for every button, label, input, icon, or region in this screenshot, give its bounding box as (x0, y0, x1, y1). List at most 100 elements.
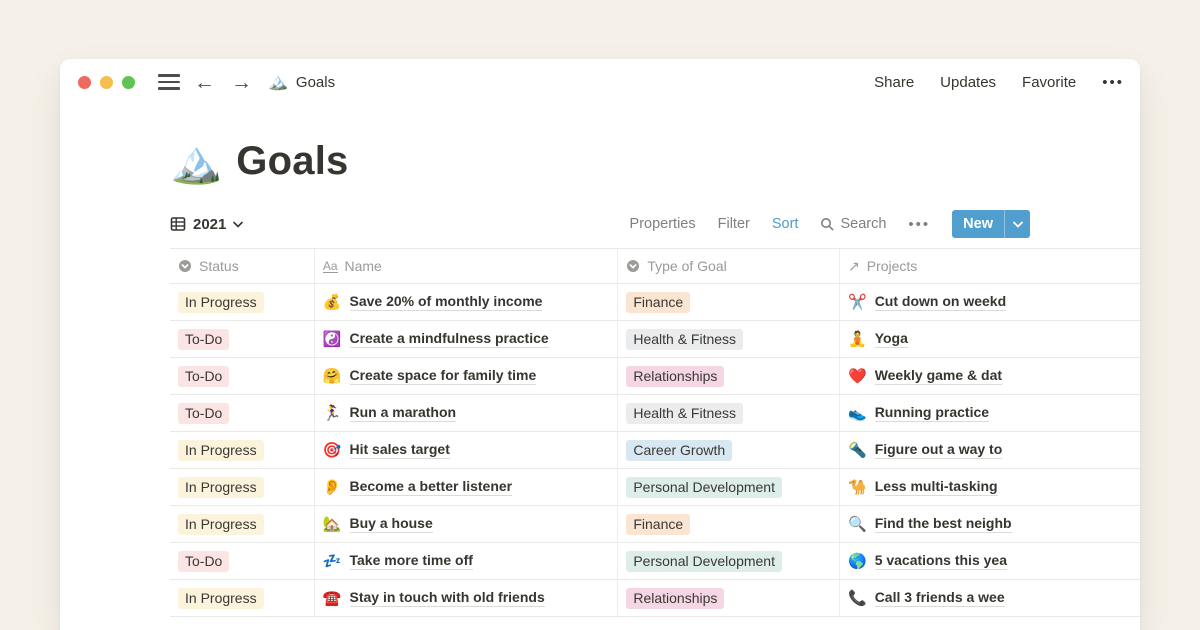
status-cell[interactable]: To-Do (170, 543, 315, 579)
goal-page-link[interactable]: Buy a house (350, 515, 433, 533)
project-page-link[interactable]: Cut down on weekd (875, 293, 1006, 311)
table-row: In Progress 💰Save 20% of monthly incomeFi… (170, 284, 1140, 321)
back-arrow-icon[interactable]: ← (194, 72, 215, 93)
projects-cell[interactable]: ❤️Weekly game & dat (840, 358, 1140, 394)
projects-cell[interactable]: 🧘Yoga (840, 321, 1140, 357)
table-row: To-Do☯️Create a mindfulness practice Heal… (170, 321, 1140, 358)
projects-cell[interactable]: 🐪Less multi-tasking (840, 469, 1140, 505)
projects-cell[interactable]: 🌎5 vacations this yea (840, 543, 1140, 579)
window-topbar: ← → 🏔️ Goals Share Updates Favorite ••• (60, 59, 1140, 105)
status-badge: In Progress (178, 477, 264, 498)
search-button[interactable]: Search (820, 216, 886, 232)
new-button[interactable]: New (952, 210, 1030, 238)
status-cell[interactable]: To-Do (170, 321, 315, 357)
new-button-chevron-icon[interactable] (1004, 210, 1030, 238)
table-header-row: Status Aa Name Type of Goal ↗ Projects (170, 248, 1140, 284)
traffic-light-close[interactable] (78, 76, 91, 89)
view-tab-label: 2021 (193, 216, 226, 233)
filter-button[interactable]: Filter (718, 216, 750, 232)
status-cell[interactable]: In Progress (170, 506, 315, 542)
project-page-link[interactable]: Weekly game & dat (875, 367, 1002, 385)
goal-page-link[interactable]: Run a marathon (350, 404, 457, 422)
updates-button[interactable]: Updates (940, 74, 996, 91)
favorite-button[interactable]: Favorite (1022, 74, 1076, 91)
project-page-link[interactable]: Running practice (875, 404, 989, 422)
type-of-goal-badge: Career Growth (626, 440, 732, 461)
goal-page-link[interactable]: Become a better listener (350, 478, 513, 496)
status-badge: To-Do (178, 551, 229, 572)
type-of-goal-cell[interactable]: Relationships (618, 358, 840, 394)
status-cell[interactable]: To-Do (170, 358, 315, 394)
chevron-down-icon (233, 221, 243, 228)
type-of-goal-cell[interactable]: Personal Development (618, 543, 840, 579)
project-page-link[interactable]: 5 vacations this yea (875, 552, 1007, 570)
status-cell[interactable]: In Progress (170, 284, 315, 320)
goal-page-link[interactable]: Create a mindfulness practice (350, 330, 549, 348)
type-of-goal-cell[interactable]: Relationships (618, 580, 840, 616)
status-cell[interactable]: In Progress (170, 580, 315, 616)
text-property-icon: Aa (323, 260, 338, 273)
project-page-link[interactable]: Yoga (875, 330, 908, 348)
projects-cell[interactable]: 🔍Find the best neighb (840, 506, 1140, 542)
breadcrumb[interactable]: 🏔️ Goals (268, 72, 335, 92)
status-cell[interactable]: In Progress (170, 432, 315, 468)
status-badge: In Progress (178, 440, 264, 461)
goal-page-link[interactable]: Save 20% of monthly income (350, 293, 543, 311)
type-of-goal-cell[interactable]: Finance (618, 506, 840, 542)
project-page-link[interactable]: Find the best neighb (875, 515, 1012, 533)
name-cell[interactable]: 🏡Buy a house (315, 506, 619, 542)
status-badge: In Progress (178, 292, 264, 313)
name-cell[interactable]: ☯️Create a mindfulness practice (315, 321, 619, 357)
page-title[interactable]: Goals (236, 139, 348, 184)
traffic-light-minimize[interactable] (100, 76, 113, 89)
table-view-icon (170, 216, 186, 232)
type-of-goal-badge: Health & Fitness (626, 403, 743, 424)
goal-page-link[interactable]: Create space for family time (350, 367, 537, 385)
name-cell[interactable]: 🤗Create space for family time (315, 358, 619, 394)
goal-page-link[interactable]: Hit sales target (350, 441, 450, 459)
view-more-icon[interactable]: ••• (908, 216, 930, 233)
projects-cell[interactable]: 🔦Figure out a way to (840, 432, 1140, 468)
status-cell[interactable]: In Progress (170, 469, 315, 505)
type-of-goal-badge: Finance (626, 514, 690, 535)
sort-button[interactable]: Sort (772, 216, 799, 232)
name-cell[interactable]: ☎️Stay in touch with old friends (315, 580, 619, 616)
column-header-name[interactable]: Aa Name (315, 249, 619, 283)
goal-page-link[interactable]: Stay in touch with old friends (350, 589, 545, 607)
name-cell[interactable]: 💤Take more time off (315, 543, 619, 579)
type-of-goal-cell[interactable]: Career Growth (618, 432, 840, 468)
name-cell[interactable]: 👂Become a better listener (315, 469, 619, 505)
new-button-label[interactable]: New (952, 210, 1004, 238)
forward-arrow-icon[interactable]: → (231, 72, 252, 93)
sidebar-toggle-icon[interactable] (158, 74, 180, 90)
type-of-goal-cell[interactable]: Health & Fitness (618, 321, 840, 357)
traffic-light-zoom[interactable] (122, 76, 135, 89)
type-of-goal-cell[interactable]: Health & Fitness (618, 395, 840, 431)
page-icon[interactable]: 🏔️ (170, 141, 222, 183)
projects-cell[interactable]: 👟Running practice (840, 395, 1140, 431)
name-cell[interactable]: 🎯Hit sales target (315, 432, 619, 468)
name-cell[interactable]: 🏃‍♀️Run a marathon (315, 395, 619, 431)
share-button[interactable]: Share (874, 74, 914, 91)
projects-cell[interactable]: 📞Call 3 friends a wee (840, 580, 1140, 616)
goal-page-link[interactable]: Take more time off (350, 552, 473, 570)
relation-property-icon: ↗ (848, 258, 860, 275)
type-of-goal-cell[interactable]: Finance (618, 284, 840, 320)
column-label: Status (199, 258, 239, 274)
more-options-icon[interactable]: ••• (1102, 74, 1124, 91)
type-of-goal-badge: Health & Fitness (626, 329, 743, 350)
properties-button[interactable]: Properties (630, 216, 696, 232)
project-page-link[interactable]: Call 3 friends a wee (875, 589, 1005, 607)
view-tab-2021[interactable]: 2021 (170, 216, 243, 233)
project-page-link[interactable]: Less multi-tasking (875, 478, 998, 496)
project-page-link[interactable]: Figure out a way to (875, 441, 1003, 459)
status-cell[interactable]: To-Do (170, 395, 315, 431)
projects-cell[interactable]: ✂️Cut down on weekd (840, 284, 1140, 320)
name-cell[interactable]: 💰Save 20% of monthly income (315, 284, 619, 320)
column-header-projects[interactable]: ↗ Projects (840, 249, 1140, 283)
column-label: Projects (867, 258, 918, 274)
type-of-goal-cell[interactable]: Personal Development (618, 469, 840, 505)
column-header-status[interactable]: Status (170, 249, 315, 283)
column-label: Name (345, 258, 382, 274)
column-header-type-of-goal[interactable]: Type of Goal (618, 249, 840, 283)
